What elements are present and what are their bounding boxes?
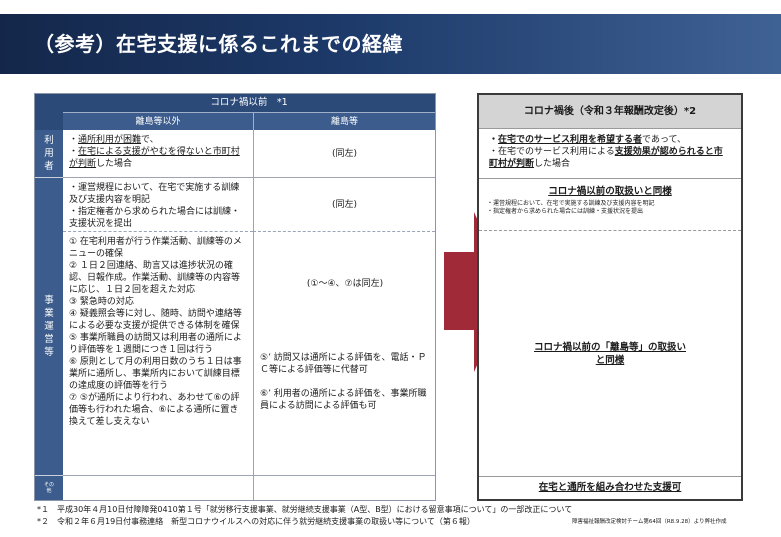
after-covid-support-requirements: コロナ禍以前の「離島等」の取扱い と同様 bbox=[479, 231, 741, 477]
list-item: ・指定権者から求められた場合には訓練・支援状況を提出 bbox=[487, 208, 644, 215]
row-label-operations: 事業運営等 bbox=[35, 178, 63, 476]
transition-arrow-shaft bbox=[444, 252, 474, 330]
user-condition-non-island: ・通所利用が困難で、 ・在宅による支援がやむを得ないと市町村が判断した場合 bbox=[63, 130, 253, 178]
support-requirements-island: (①～④、⑦は同左) ⑤’ 訪問又は通所による評価を、電話・ＰＣ等による評価等に… bbox=[253, 232, 435, 476]
before-covid-table: コロナ禍以前 *1 離島等以外 離島等 利用者 事業運営等 その他 ・通所利用が… bbox=[34, 93, 436, 501]
header-island: 離島等 bbox=[253, 112, 435, 130]
after-covid-operations: コロナ禍以前の取扱いと同様 ・運営規程において、在宅で実施する訓練及び支援内容を… bbox=[479, 179, 741, 231]
section-heading: コロナ禍以前の取扱いと同様 bbox=[548, 186, 672, 197]
list-item: ⑤ 事業所職員の訪問又は利用者の通所により評価等を１週間につき１回は行う bbox=[69, 333, 242, 355]
row-label-other: その他 bbox=[35, 476, 63, 500]
support-requirements-non-island: ① 在宅利用者が行う作業活動、訓練等のメニューの確保 ② １日２回連絡、助言又は… bbox=[63, 232, 253, 476]
page-title: （参考）在宅支援に係るこれまでの経緯 bbox=[34, 32, 403, 56]
list-item: ③ 緊急時の対応 bbox=[69, 297, 134, 307]
footnote-2: *２ 令和２年６月19日付事務連絡 新型コロナウイルスへの対応に伴う就労継続支援… bbox=[37, 517, 475, 526]
list-item: ④ 疑義照会等に対し、随時、訪問や連絡等による必要な支援が提供できる体制を確保 bbox=[69, 309, 242, 331]
list-item: ⑤’ 訪問又は通所による評価を、電話・ＰＣ等による評価等に代替可 bbox=[260, 353, 427, 375]
after-covid-other: 在宅と通所を組み合わせた支援可 bbox=[538, 482, 682, 493]
after-covid-table: コロナ禍後（令和３年報酬改定後）*2 ・在宅でのサービス利用を希望する者であって… bbox=[477, 93, 743, 501]
list-item: ② １日２回連絡、助言又は進捗状況の確認、日報作成。作業活動、訓練等の内容等に応… bbox=[69, 261, 241, 295]
list-item: ⑥’ 利用者の通所による評価を、事業所職員による訪問による評価も可 bbox=[260, 389, 427, 411]
operations-rules-island: (同左) bbox=[253, 178, 435, 232]
header-after-covid: コロナ禍後（令和３年報酬改定後）*2 bbox=[479, 95, 741, 129]
user-condition-island: (同左) bbox=[253, 130, 435, 178]
other-non-island bbox=[63, 476, 253, 500]
other-island bbox=[253, 476, 435, 500]
list-item: ・運営規程において、在宅で実施する訓練及び支援内容を明記 bbox=[487, 200, 655, 207]
island-alternatives: ⑤’ 訪問又は通所による評価を、電話・ＰＣ等による評価等に代替可 ⑥’ 利用者の… bbox=[260, 352, 430, 424]
list-item: ① 在宅利用者が行う作業活動、訓練等のメニューの確保 bbox=[69, 237, 242, 259]
list-item: ⑦ ⑤が通所により行われ、あわせて⑥の評価等も行われた場合、⑥による通所に置き換… bbox=[69, 393, 240, 427]
after-covid-user-condition: ・在宅でのサービス利用を希望する者であって、 ・在宅でのサービス利用による支援効… bbox=[479, 129, 741, 179]
same-as-left-note: (①～④、⑦は同左) bbox=[306, 279, 384, 289]
footnote-1: *１ 平成30年４月10日付障障発0410第１号「就労移行支援事業、就労継続支援… bbox=[37, 505, 573, 514]
header-before-covid: コロナ禍以前 *1 bbox=[63, 94, 435, 112]
list-item: ⑥ 原則として月の利用日数のうち１日は事業所に通所し、事業所内において訓練目標の… bbox=[69, 357, 242, 391]
table-corner bbox=[35, 94, 63, 130]
title-banner: （参考）在宅支援に係るこれまでの経緯 bbox=[0, 14, 781, 74]
operations-rules-non-island: ・運営規程において、在宅で実施する訓練及び支援内容を明記 ・指定権者から求められ… bbox=[63, 178, 253, 232]
header-non-island: 離島等以外 bbox=[63, 112, 253, 130]
row-label-user: 利用者 bbox=[35, 130, 63, 178]
source-note: 障害福祉報酬改定検討チーム第64回（R8.9.28）より弊社作成 bbox=[572, 519, 727, 525]
